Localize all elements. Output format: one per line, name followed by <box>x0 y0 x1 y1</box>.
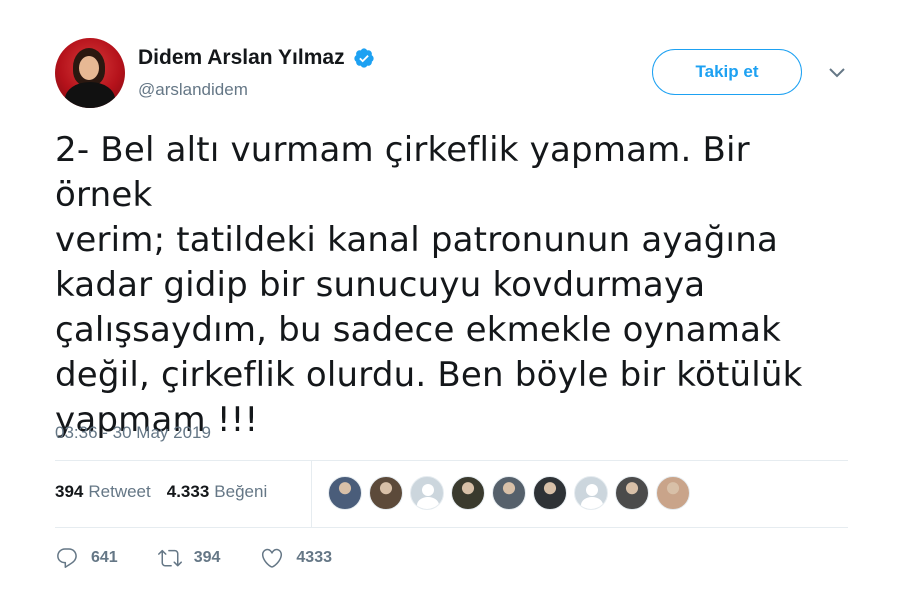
reply-icon <box>57 548 77 568</box>
tweet-timestamp[interactable]: 03:36 - 30 May 2019 <box>55 423 211 443</box>
divider <box>55 460 848 461</box>
liker-avatar[interactable] <box>328 476 362 510</box>
retweet-icon <box>157 549 182 567</box>
liker-avatar[interactable] <box>451 476 485 510</box>
retweet-button[interactable]: 394 <box>157 546 221 570</box>
tweet-stats: 394 Retweet 4.333 Beğeni <box>55 482 283 502</box>
tweet-card: Didem Arslan Yılmaz @arslandidem Takip e… <box>0 0 900 604</box>
liker-avatar[interactable] <box>656 476 690 510</box>
retweet-label[interactable]: Retweet <box>88 482 150 502</box>
liker-avatar[interactable] <box>615 476 649 510</box>
retweet-count: 394 <box>193 549 221 566</box>
like-count: 4333 <box>296 549 332 566</box>
heart-icon <box>262 548 283 568</box>
like-button[interactable]: 4333 <box>260 546 332 570</box>
author-name[interactable]: Didem Arslan Yılmaz <box>138 46 345 70</box>
tweet-text: 2- Bel altı vurmam çirkeflik yapmam. Bir… <box>55 130 803 440</box>
liker-avatar[interactable] <box>492 476 526 510</box>
follow-button[interactable]: Takip et <box>652 49 802 95</box>
liker-avatar[interactable] <box>574 476 608 510</box>
stats-divider <box>311 461 312 527</box>
verified-badge-icon <box>353 48 374 68</box>
like-label[interactable]: Beğeni <box>214 482 267 502</box>
tweet-actions: 641 394 4333 <box>55 546 372 570</box>
liker-avatar[interactable] <box>369 476 403 510</box>
divider <box>55 527 848 528</box>
liker-avatar[interactable] <box>410 476 444 510</box>
liker-avatar[interactable] <box>533 476 567 510</box>
like-total[interactable]: 4.333 <box>167 482 210 502</box>
author-avatar[interactable] <box>55 38 125 108</box>
author-name-row: Didem Arslan Yılmaz <box>138 46 375 70</box>
reply-button[interactable]: 641 <box>55 546 118 570</box>
chevron-down-icon[interactable] <box>826 64 848 82</box>
likers-avatars <box>328 476 697 510</box>
author-handle[interactable]: @arslandidem <box>138 80 248 100</box>
reply-count: 641 <box>91 549 118 566</box>
retweet-total[interactable]: 394 <box>55 482 83 502</box>
